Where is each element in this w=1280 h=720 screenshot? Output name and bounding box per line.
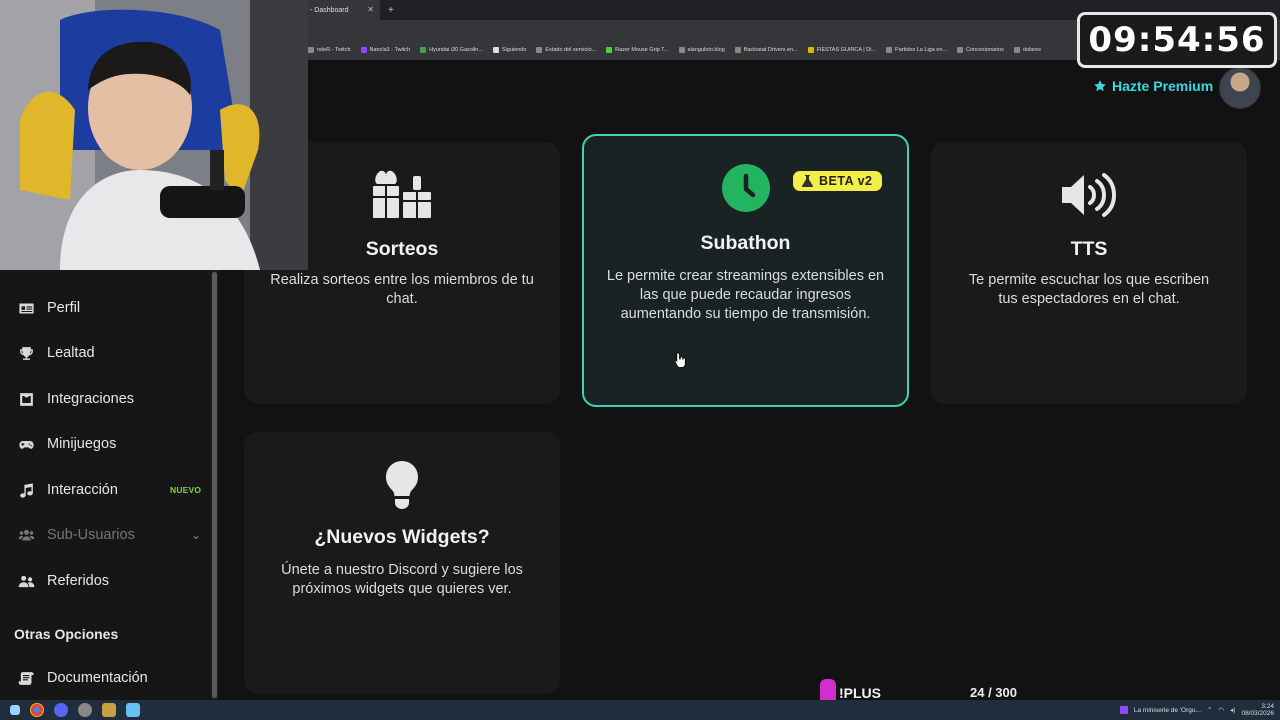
sidebar-item-lealtad[interactable]: Lealtad <box>0 335 212 371</box>
chrome-icon[interactable] <box>30 703 44 717</box>
card-tts[interactable]: TTS Te permite escuchar los que escriben… <box>931 142 1247 404</box>
x-logo-icon <box>492 47 499 53</box>
clock[interactable]: 3:24 08/03/2026 <box>1241 703 1274 717</box>
steam-icon[interactable] <box>126 703 140 717</box>
trophy-icon <box>20 346 33 360</box>
lightbulb-icon <box>386 461 418 509</box>
close-tab-icon[interactable]: ✕ <box>367 5 374 14</box>
sidebar-item-label: Referidos <box>47 573 110 589</box>
bookmark[interactable]: ndeR - Twitch <box>308 47 351 53</box>
globe-icon <box>1013 47 1020 53</box>
premium-link[interactable]: Hazte Premium <box>1093 78 1213 94</box>
card-title: Subathon <box>700 232 791 254</box>
card-description: Realiza sorteos entre los miembros de tu… <box>270 272 534 307</box>
bookmark-favicon-icon <box>308 47 314 53</box>
bookmark-favicon-icon <box>734 47 741 53</box>
music-note-icon <box>20 482 33 498</box>
card-description: Únete a nuestro Discord y sugiere los pr… <box>281 562 523 597</box>
sidebar-item-label: Documentación <box>47 670 148 686</box>
new-badge: NUEVO <box>170 485 202 495</box>
premium-label: Hazte Premium <box>1112 78 1214 94</box>
bookmark[interactable]: Nancla3 - Twitch <box>360 47 410 53</box>
sidebar-item-label: Minijuegos <box>47 436 117 452</box>
bookmark[interactable]: Hyundai i30 Gasolin... <box>420 47 483 53</box>
browser-tab[interactable]: - Dashboard ✕ <box>300 0 380 20</box>
sidebar-item-minijuegos[interactable]: Minijuegos <box>0 426 212 462</box>
card-title: ¿Nuevos Widgets? <box>314 526 490 548</box>
sidebar-item-sub-usuarios[interactable]: Sub-Usuarios ⌄ <box>0 517 212 553</box>
globe-icon <box>957 47 964 53</box>
twitch-icon <box>1119 706 1128 714</box>
discord-icon[interactable] <box>54 703 68 717</box>
card-title: TTS <box>1070 238 1108 260</box>
star-icon <box>1094 80 1106 92</box>
sidebar-item-label: Sub-Usuarios <box>47 527 135 543</box>
bookmark[interactable]: Backseat Drivers en... <box>734 47 798 53</box>
bookmark[interactable]: FIESTAS GUIRCA | Di... <box>807 47 876 53</box>
sidebar-item-perfil[interactable]: Perfil <box>0 290 212 326</box>
scroll-document-icon <box>18 671 34 685</box>
user-group-icon <box>18 575 35 587</box>
tab-title: - Dashboard <box>310 6 349 14</box>
new-tab-icon[interactable]: + <box>388 5 394 16</box>
bookmark-favicon-icon <box>886 47 893 53</box>
id-card-icon <box>19 303 34 313</box>
bookmark-favicon-icon <box>420 47 427 53</box>
card-description: Te permite escuchar los que escriben tus… <box>968 272 1210 307</box>
speaker-icon <box>1062 173 1117 217</box>
twitch-icon <box>360 47 367 53</box>
card-nuevos-widgets[interactable]: ¿Nuevos Widgets? Únete a nuestro Discord… <box>244 432 560 694</box>
globe-icon <box>678 47 685 53</box>
chevron-down-icon[interactable]: ⌄ <box>191 528 201 542</box>
puzzle-box-icon <box>20 392 33 406</box>
system-tray: La miniserie de 'Orgu... ⌃ ◠ ◂) 3:24 08/… <box>1119 703 1274 717</box>
tray-notification[interactable]: La miniserie de 'Orgu... <box>1134 707 1201 714</box>
wifi-icon[interactable]: ◠ <box>1218 706 1224 714</box>
bookmark[interactable]: Estado del servicio... <box>536 47 596 53</box>
sidebar-item-documentacion[interactable]: Documentación <box>0 660 212 696</box>
bookmark[interactable]: Siguiendo <box>492 47 526 53</box>
app-icon[interactable] <box>78 703 92 717</box>
avatar[interactable] <box>1219 67 1261 109</box>
card-title: Sorteos <box>365 238 439 260</box>
hand-cursor-icon <box>674 352 686 368</box>
volume-icon[interactable]: ◂) <box>1230 706 1235 714</box>
plus-label: !PLUS <box>839 685 881 701</box>
card-subathon[interactable]: BETA v2 Subathon Le permite crear stream… <box>582 134 909 407</box>
bookmark[interactable]: Razer Mouse Grip T... <box>606 47 669 53</box>
screen: - Dashboard ✕ + ndeR - Twitch Nancla3 - … <box>0 0 1280 720</box>
sidebar-item-integraciones[interactable]: Integraciones <box>0 381 212 417</box>
webcam-overlay <box>0 0 308 270</box>
app-icon[interactable] <box>102 703 116 717</box>
bookmark[interactable]: alanguloto.blog <box>678 47 725 53</box>
scrollbar-thumb[interactable] <box>212 272 217 698</box>
card-description: Le permite crear streamings extensibles … <box>606 268 885 322</box>
clock-icon <box>721 164 770 212</box>
bookmark[interactable]: Concesionarios <box>957 47 1004 53</box>
sidebar-scrollbar[interactable] <box>211 270 218 700</box>
sidebar-item-referidos[interactable]: Referidos <box>0 563 212 599</box>
stream-timer: 09:54:56 <box>1077 12 1277 68</box>
users-icon <box>18 529 35 540</box>
webcam-person-image <box>0 0 308 270</box>
windows-start-icon[interactable] <box>10 705 20 715</box>
sidebar-item-label: Lealtad <box>47 345 95 361</box>
goal-counter: 24 / 300 <box>970 685 1017 700</box>
flask-icon <box>802 175 813 187</box>
sidebar-item-label: Perfil <box>47 300 81 316</box>
gift-icon <box>373 170 431 218</box>
bookmark-favicon-icon <box>807 47 814 53</box>
sidebar-item-interaccion[interactable]: Interacción NUEVO <box>0 472 212 508</box>
bookmark-favicon-icon <box>536 47 543 53</box>
gamepad-icon <box>19 440 34 449</box>
bookmark[interactable]: Partidos La Liga en... <box>886 47 947 53</box>
section-heading: Otras Opciones <box>14 626 119 642</box>
beta-badge: BETA v2 <box>793 171 882 191</box>
sidebar-item-label: Integraciones <box>47 391 135 407</box>
chevron-up-icon[interactable]: ⌃ <box>1207 706 1212 714</box>
taskbar: La miniserie de 'Orgu... ⌃ ◠ ◂) 3:24 08/… <box>0 700 1280 720</box>
bookmark[interactable]: dolares <box>1013 47 1041 53</box>
sidebar-item-label: Interacción <box>47 482 118 498</box>
razer-icon <box>606 47 613 53</box>
